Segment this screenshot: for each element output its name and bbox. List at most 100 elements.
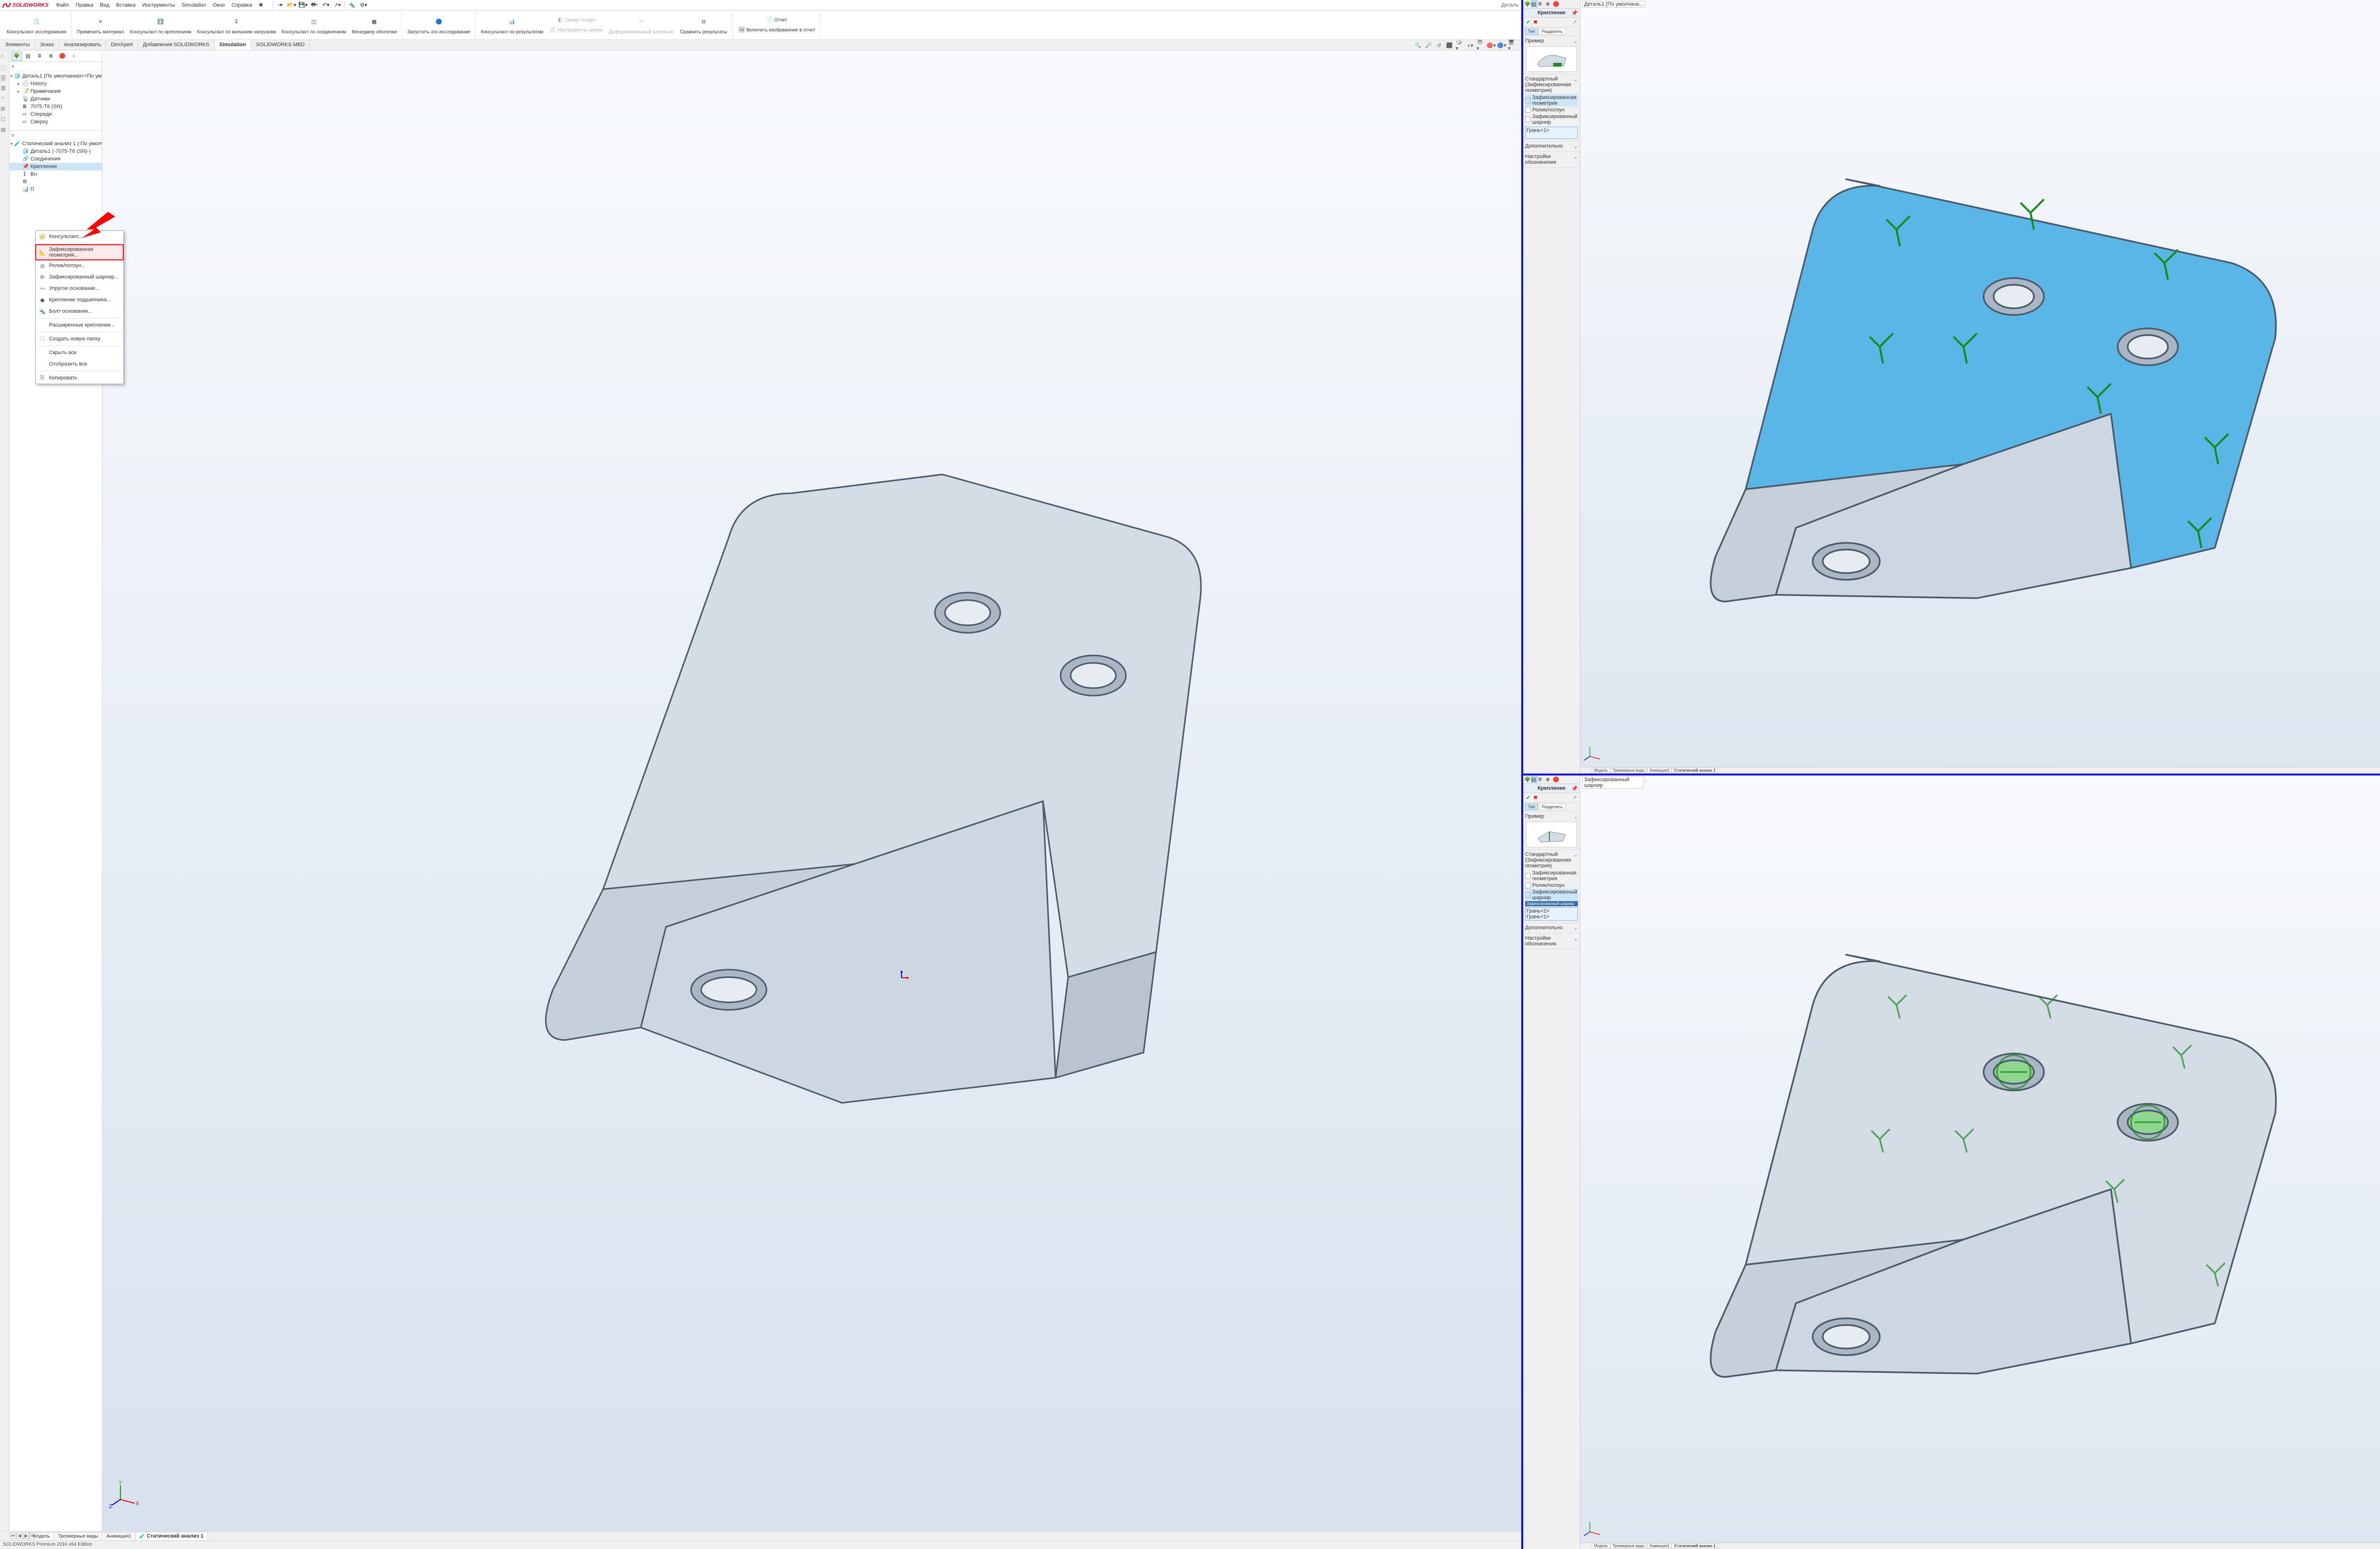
apply-material-button[interactable]: ≡Применить материал	[75, 14, 126, 36]
tree-connections[interactable]: 🔗Соединения	[10, 155, 102, 163]
rail-design-library-icon[interactable]: 🗀	[1, 64, 9, 71]
tree-history[interactable]: ▸🕘History	[10, 80, 102, 88]
fm-tab-more-icon[interactable]: ›	[69, 51, 79, 61]
mbt-model[interactable]: Модель	[1592, 768, 1610, 773]
pm-opt-roller[interactable]: Ролик/ползун	[1525, 107, 1578, 113]
fixtures-advisor-button[interactable]: ⬇️Консультант по креплениям	[128, 14, 193, 36]
tree-results[interactable]: 📊П	[10, 186, 102, 193]
prev-view-icon[interactable]: ↺	[1435, 41, 1443, 49]
zoom-fit-icon[interactable]: 🔍	[1414, 41, 1422, 49]
hide-show-icon[interactable]: 👁▾	[1477, 41, 1485, 49]
view-orient-icon[interactable]: 🎲▾	[1456, 41, 1464, 49]
ctx-fixed-hinge[interactable]: ⟳Зафиксированный шарнир...	[36, 271, 123, 283]
pm-tab1-icon[interactable]: 🌳	[1524, 0, 1530, 7]
menu-search-icon[interactable]: ✖	[256, 1, 266, 9]
pm-subtab-split[interactable]: Разделить	[1539, 28, 1566, 35]
view-settings-icon[interactable]: 🖥▾	[1508, 41, 1517, 49]
shell-manager-button[interactable]: ▦Менеджер оболочки	[350, 14, 398, 36]
rail-view-palette-icon[interactable]: ▥	[1, 85, 9, 92]
print-icon[interactable]: 🖶▾	[309, 0, 320, 10]
ctx-roller-slider[interactable]: ◎Ролик/ползун...	[36, 260, 123, 271]
tab-sketch[interactable]: Эскиз	[35, 40, 59, 50]
btab-next-icon[interactable]: ▶	[23, 1533, 30, 1539]
btab-last-icon[interactable]: ⏭	[30, 1533, 36, 1539]
pm-opt-fixed[interactable]: Зафиксированная геометрия	[1525, 94, 1578, 107]
pmb-ok-icon[interactable]: ✔	[1526, 794, 1530, 801]
pm-tab4-icon[interactable]: ⊕	[1545, 0, 1552, 7]
ctx-fixed-geometry[interactable]: 📐Зафиксированная геометрия...	[36, 245, 123, 260]
funnel-icon[interactable]: ▿	[11, 63, 14, 70]
pm-pushpin-icon[interactable]: ↗	[1573, 19, 1577, 25]
mbt-3dviews[interactable]: Трехмерные виды	[1610, 768, 1647, 773]
rebuild-icon[interactable]: 🔩	[347, 0, 357, 10]
rail-resources-icon[interactable]: ⌂	[1, 53, 9, 61]
pmb-subtab-type[interactable]: Тип	[1525, 804, 1538, 810]
menu-insert[interactable]: Вставка	[113, 1, 139, 9]
loads-advisor-button[interactable]: ↧Консультант по внешним нагрузкам	[195, 14, 278, 36]
pmb-tab3-icon[interactable]: ⧈	[1538, 776, 1545, 783]
btab-motion[interactable]: Анимация1	[102, 1532, 136, 1540]
btab-3dviews[interactable]: Трехмерные виды	[54, 1532, 102, 1540]
tree-root[interactable]: ▾🧊Деталь1 (По умолчанию<<По умол	[10, 72, 102, 80]
pmb-opt-fixed[interactable]: Зафиксированная геометрия	[1525, 870, 1578, 882]
pm-tab3-icon[interactable]: ⧈	[1538, 0, 1545, 7]
pm-cancel-icon[interactable]: ✖	[1533, 19, 1537, 25]
btab-prev-icon[interactable]: ◀	[16, 1533, 23, 1539]
mbt2-model[interactable]: Модель	[1592, 1543, 1610, 1549]
zoom-area-icon[interactable]: 🔎	[1424, 41, 1433, 49]
ctx-hide-all[interactable]: Скрыть все	[36, 347, 123, 358]
ctx-elastic-support[interactable]: 〰Упругое основание...	[36, 283, 123, 294]
pm-opt-hinge[interactable]: Зафиксированный шарнир	[1525, 113, 1578, 126]
rail-file-explorer-icon[interactable]: 🗐	[1, 74, 9, 82]
mini-viewport-bottom[interactable]: Деталь1 (По умолчани... Зафиксированный …	[1580, 775, 2380, 1549]
tab-dimxpert[interactable]: DimXpert	[106, 40, 138, 50]
rail-appearances-icon[interactable]: ◔	[1, 95, 9, 103]
menu-simulation[interactable]: Simulation	[178, 1, 208, 9]
pin-icon[interactable]: 📌	[1571, 10, 1578, 16]
pm-subtab-type[interactable]: Тип	[1525, 28, 1538, 35]
study-advisor-button[interactable]: 🗒️Консультант исследования	[5, 14, 68, 36]
menu-tools[interactable]: Инструменты	[139, 1, 178, 9]
fm-tab-display-icon[interactable]: 🔴	[57, 51, 68, 61]
tab-analyze[interactable]: Анализировать	[59, 40, 106, 50]
ctx-show-all[interactable]: Отобразить все	[36, 358, 123, 370]
ctx-copy[interactable]: ⎘Копировать	[36, 372, 123, 384]
tab-features[interactable]: Элементы	[0, 40, 35, 50]
fm-tab-property-icon[interactable]: ▤	[23, 51, 33, 61]
tree-sensors[interactable]: 📡Датчики	[10, 95, 102, 103]
pmb-opt-roller[interactable]: Ролик/ползун	[1525, 882, 1578, 889]
pmb-subtab-split[interactable]: Разделить	[1539, 804, 1566, 810]
fm-tab-tree-icon[interactable]: 🌳	[11, 51, 22, 61]
edit-appearance-icon[interactable]: 🔴▾	[1487, 41, 1496, 49]
tree-front-plane[interactable]: ▱Спереди	[10, 110, 102, 118]
include-image-button[interactable]: 🖼Включить изображение в отчет	[736, 25, 817, 35]
pm-tab5-icon[interactable]: 🔴	[1552, 0, 1559, 7]
open-icon[interactable]: 📂▾	[287, 0, 297, 10]
menu-window[interactable]: Окно	[210, 1, 228, 9]
pmb-tab2-icon[interactable]: ▤	[1531, 776, 1537, 783]
mbt-motion[interactable]: Анимация1	[1647, 768, 1672, 773]
display-style-icon[interactable]: ◐▾	[1466, 41, 1475, 49]
rail-sim-icon[interactable]: ▤	[1, 127, 9, 134]
pmb-opt-hinge[interactable]: Зафиксированный шарнир	[1525, 889, 1578, 901]
mbt-study[interactable]: Статический анализ 1	[1672, 768, 1718, 773]
menu-view[interactable]: Вид	[97, 1, 112, 9]
pm-selection-list[interactable]: Грань<1>	[1525, 127, 1578, 139]
pmb-selection-list[interactable]: Грань<2>Грань<1>	[1525, 907, 1578, 921]
ctx-advanced-fixtures[interactable]: Расширенные крепления...	[36, 319, 123, 331]
btab-first-icon[interactable]: ⏮	[10, 1533, 16, 1539]
new-icon[interactable]: ▫▾	[275, 0, 286, 10]
pmb-pushpin-icon[interactable]: ↗	[1573, 794, 1577, 801]
graphics-viewport[interactable]: X Y Z	[102, 50, 1521, 1531]
mini-viewport-top[interactable]: Деталь1 (По умолчани...	[1580, 0, 2380, 774]
options-icon[interactable]: ⚙▾	[358, 0, 369, 10]
tree-top-plane[interactable]: ▱Сверху	[10, 118, 102, 126]
fm-tab-dimxpert-icon[interactable]: ⊕	[46, 51, 56, 61]
mbt2-study[interactable]: Статический анализ 1	[1672, 1543, 1718, 1549]
pmb-tab4-icon[interactable]: ⊕	[1545, 776, 1552, 783]
menu-file[interactable]: Файл	[53, 1, 72, 9]
tree-material[interactable]: ≣7075-T6 (SN)	[10, 103, 102, 110]
pin-icon[interactable]: 📌	[1571, 785, 1578, 792]
ctx-foundation-bolt[interactable]: 🔩Болт основания...	[36, 306, 123, 317]
mbt2-3dviews[interactable]: Трехмерные виды	[1610, 1543, 1647, 1549]
